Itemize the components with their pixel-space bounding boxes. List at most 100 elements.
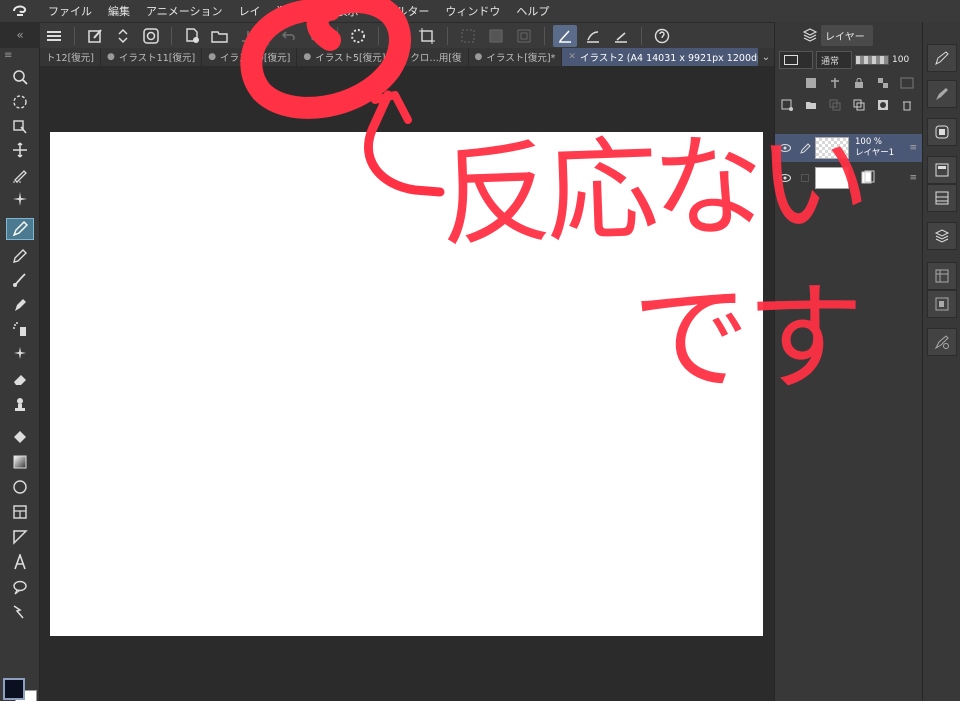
tab-document[interactable]: ● イラスト9[復元]	[202, 48, 298, 66]
tab-label: ト12[復元]	[46, 53, 95, 64]
chevron-down-icon[interactable]: ⌄	[758, 48, 774, 66]
menu-help[interactable]: ヘルプ	[508, 3, 557, 19]
new-folder-icon[interactable]	[804, 98, 818, 112]
rotate-tool-icon[interactable]	[6, 91, 34, 113]
tab-document-active[interactable]: ✕イラスト2 (A4 14031 x 9921px 1200dpi 11.4%)	[562, 48, 774, 66]
layer-color-select[interactable]	[779, 51, 813, 69]
toolbar-divider	[268, 26, 269, 45]
menu-window[interactable]: ウィンドウ	[437, 3, 508, 19]
correct-line-tool-icon[interactable]	[6, 601, 34, 623]
merge-layer-icon[interactable]	[852, 98, 866, 112]
menu-view[interactable]: 表示	[329, 3, 367, 19]
figure-tool-icon[interactable]	[6, 476, 34, 498]
menu-filter[interactable]: フィルター	[367, 3, 438, 19]
blend-tool-icon[interactable]	[6, 393, 34, 415]
crop-icon[interactable]	[415, 25, 439, 47]
loading-spinner-icon[interactable]	[346, 25, 370, 47]
tab-label: イラスト9[復元]	[220, 53, 291, 64]
gradient-tool-icon[interactable]	[6, 451, 34, 473]
toolbar-divider	[641, 26, 642, 45]
tab-document[interactable]: ● クロ…用[復	[392, 48, 469, 66]
airbrush-tool-icon[interactable]	[6, 318, 34, 340]
up-down-icon[interactable]	[111, 25, 135, 47]
fill-tool-icon[interactable]	[6, 426, 34, 448]
snap-special-ruler-icon[interactable]	[581, 25, 605, 47]
magic-wand-icon[interactable]	[6, 188, 34, 210]
tab-document[interactable]: ● イラスト5[復元]	[297, 48, 393, 66]
tool-property-icon[interactable]	[927, 44, 957, 72]
snap-ruler-icon[interactable]	[553, 24, 577, 47]
reference-icon[interactable]	[828, 76, 842, 90]
search-layer-icon[interactable]	[927, 328, 957, 356]
collapse-left-icon[interactable]: «	[0, 22, 40, 48]
app-logo-icon[interactable]	[0, 3, 40, 19]
text-tool-icon[interactable]	[6, 551, 34, 573]
clip-studio-icon[interactable]	[139, 25, 163, 47]
lock-icon[interactable]	[852, 76, 866, 90]
menu-edit[interactable]: 編集	[100, 3, 138, 19]
close-icon[interactable]: ✕	[568, 52, 576, 62]
navigator-icon[interactable]	[927, 118, 957, 146]
opacity-value[interactable]: 100	[892, 55, 909, 65]
selection-invert-icon[interactable]	[484, 25, 508, 47]
toolbar-divider	[337, 26, 338, 45]
tab-dot-icon: ●	[474, 52, 483, 62]
undo-icon[interactable]	[277, 25, 301, 47]
object-tool-icon[interactable]	[6, 115, 34, 137]
frame-tool-icon[interactable]	[6, 501, 34, 523]
menu-animation[interactable]: アニメーション	[138, 3, 231, 19]
menu-selection[interactable]: 選択範囲	[269, 3, 329, 19]
menu-layer[interactable]: レイ	[231, 3, 269, 19]
mask-icon[interactable]	[900, 76, 914, 90]
drag-handle-icon[interactable]: ≡	[909, 173, 917, 183]
snap-grid-icon[interactable]	[609, 25, 633, 47]
layer-property-icon[interactable]	[927, 262, 957, 290]
ruler-tool-icon[interactable]	[6, 526, 34, 548]
menu-file[interactable]: ファイル	[40, 3, 100, 19]
selection-clear-icon[interactable]	[456, 25, 480, 47]
layer-properties-row: 通常 100	[775, 48, 922, 72]
decoration-tool-icon[interactable]	[6, 342, 34, 364]
redo-icon[interactable]	[305, 25, 329, 47]
brush-tool-icon[interactable]	[6, 269, 34, 291]
zoom-tool-icon[interactable]	[6, 66, 34, 88]
animation-timeline-icon[interactable]	[927, 290, 957, 318]
layer-panel-title[interactable]: レイヤー	[821, 24, 873, 46]
selection-border-icon[interactable]	[512, 25, 536, 47]
new-raster-layer-icon[interactable]	[780, 98, 794, 112]
balloon-tool-icon[interactable]	[6, 576, 34, 598]
item-bank-icon[interactable]	[927, 184, 957, 212]
save-icon[interactable]	[236, 25, 260, 47]
foreground-color-swatch[interactable]	[3, 678, 25, 700]
drag-handle-icon[interactable]: ≡	[909, 143, 917, 153]
auto-select-tool-icon[interactable]	[6, 164, 34, 186]
brush-size-icon[interactable]	[927, 80, 957, 108]
help-icon[interactable]	[650, 25, 674, 47]
lock-transparency-icon[interactable]	[876, 76, 890, 90]
new-file-icon[interactable]	[180, 25, 204, 47]
edit-document-icon[interactable]	[83, 25, 107, 47]
eraser-tool-icon[interactable]	[6, 368, 34, 390]
hamburger-menu-icon[interactable]	[42, 25, 66, 47]
document-tabs: ト12[復元] ● イラスト11[復元] ● イラスト9[復元] ● イラスト5[復元…	[40, 48, 774, 66]
move-tool-icon[interactable]	[6, 139, 34, 161]
opacity-slider[interactable]	[855, 55, 889, 65]
layer-mask-icon[interactable]	[876, 98, 890, 112]
color-swatches[interactable]	[3, 678, 39, 701]
transfer-layer-icon[interactable]	[828, 98, 842, 112]
sub-view-icon[interactable]	[927, 156, 957, 184]
pen-tool-icon[interactable]	[6, 218, 34, 240]
trash-icon[interactable]	[900, 98, 914, 112]
ink-pen-tool-icon[interactable]	[6, 294, 34, 316]
tab-document[interactable]: ● イラスト[復元]*	[469, 48, 563, 66]
tab-document[interactable]: ● イラスト11[復元]	[101, 48, 203, 66]
clip-icon[interactable]	[804, 76, 818, 90]
tab-label: クロ…用[復	[410, 53, 462, 64]
tab-document[interactable]: ト12[復元]	[40, 48, 102, 66]
fill-icon[interactable]	[387, 25, 411, 47]
layers-panel-icon[interactable]	[927, 222, 957, 250]
open-folder-icon[interactable]	[208, 25, 232, 47]
palette-menu-icon[interactable]: ≡	[4, 50, 12, 61]
pencil-tool-icon[interactable]	[6, 245, 34, 267]
blend-mode-select[interactable]: 通常	[816, 51, 852, 69]
